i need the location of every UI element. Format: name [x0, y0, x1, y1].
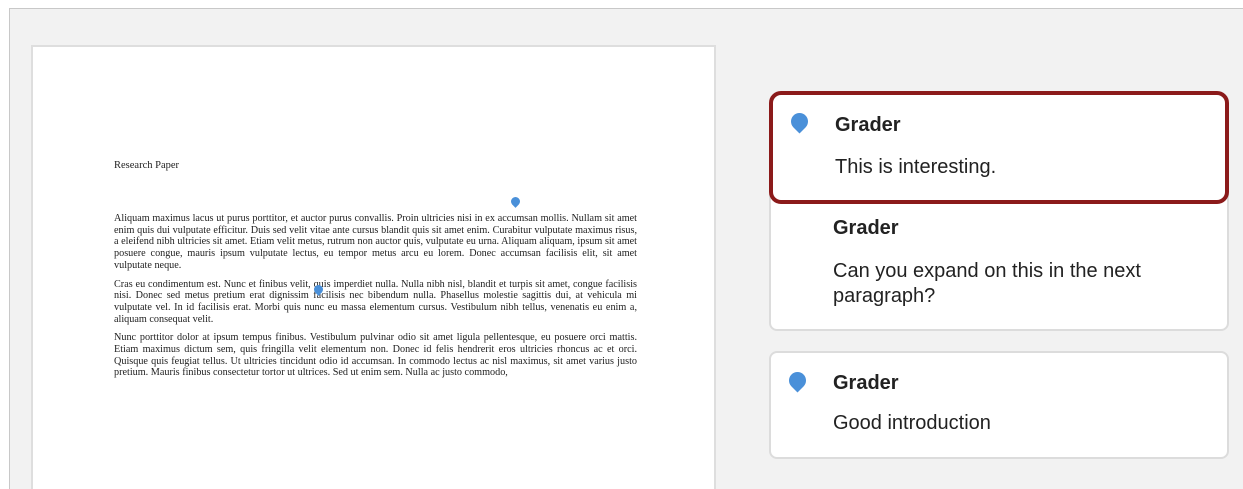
- document-paragraph-2: Cras eu condimentum est. Nunc et finibus…: [114, 278, 637, 325]
- comment-author: Grader: [833, 217, 899, 239]
- document-body: Aliquam maximus lacus ut purus porttitor…: [114, 213, 637, 386]
- document-paragraph-1: Aliquam maximus lacus ut purus porttitor…: [114, 213, 637, 271]
- map-pin-icon: [785, 368, 810, 393]
- comment-text: This is interesting.: [835, 156, 997, 178]
- document-title: Research Paper: [114, 160, 180, 171]
- comment-card-1[interactable]: Grader This is interesting.: [769, 91, 1229, 204]
- comment-card-3[interactable]: Grader Good introduction: [769, 351, 1229, 459]
- comment-card-2[interactable]: Grader Can you expand on this in the nex…: [769, 189, 1229, 331]
- comment-author: Grader: [833, 372, 899, 394]
- comment-author: Grader: [835, 114, 901, 136]
- comment-text: Good introduction: [833, 412, 991, 434]
- comment-text: Can you expand on this in the next parag…: [833, 260, 1141, 307]
- doc-viewer-frame: Research Paper Aliquam maximus lacus ut …: [9, 8, 1243, 489]
- document-page: Research Paper Aliquam maximus lacus ut …: [31, 45, 716, 489]
- annotation-pin-icon[interactable]: [509, 195, 522, 208]
- map-pin-icon: [787, 109, 812, 134]
- document-paragraph-3: Nunc porttitor dolor at ipsum tempus fin…: [114, 332, 637, 379]
